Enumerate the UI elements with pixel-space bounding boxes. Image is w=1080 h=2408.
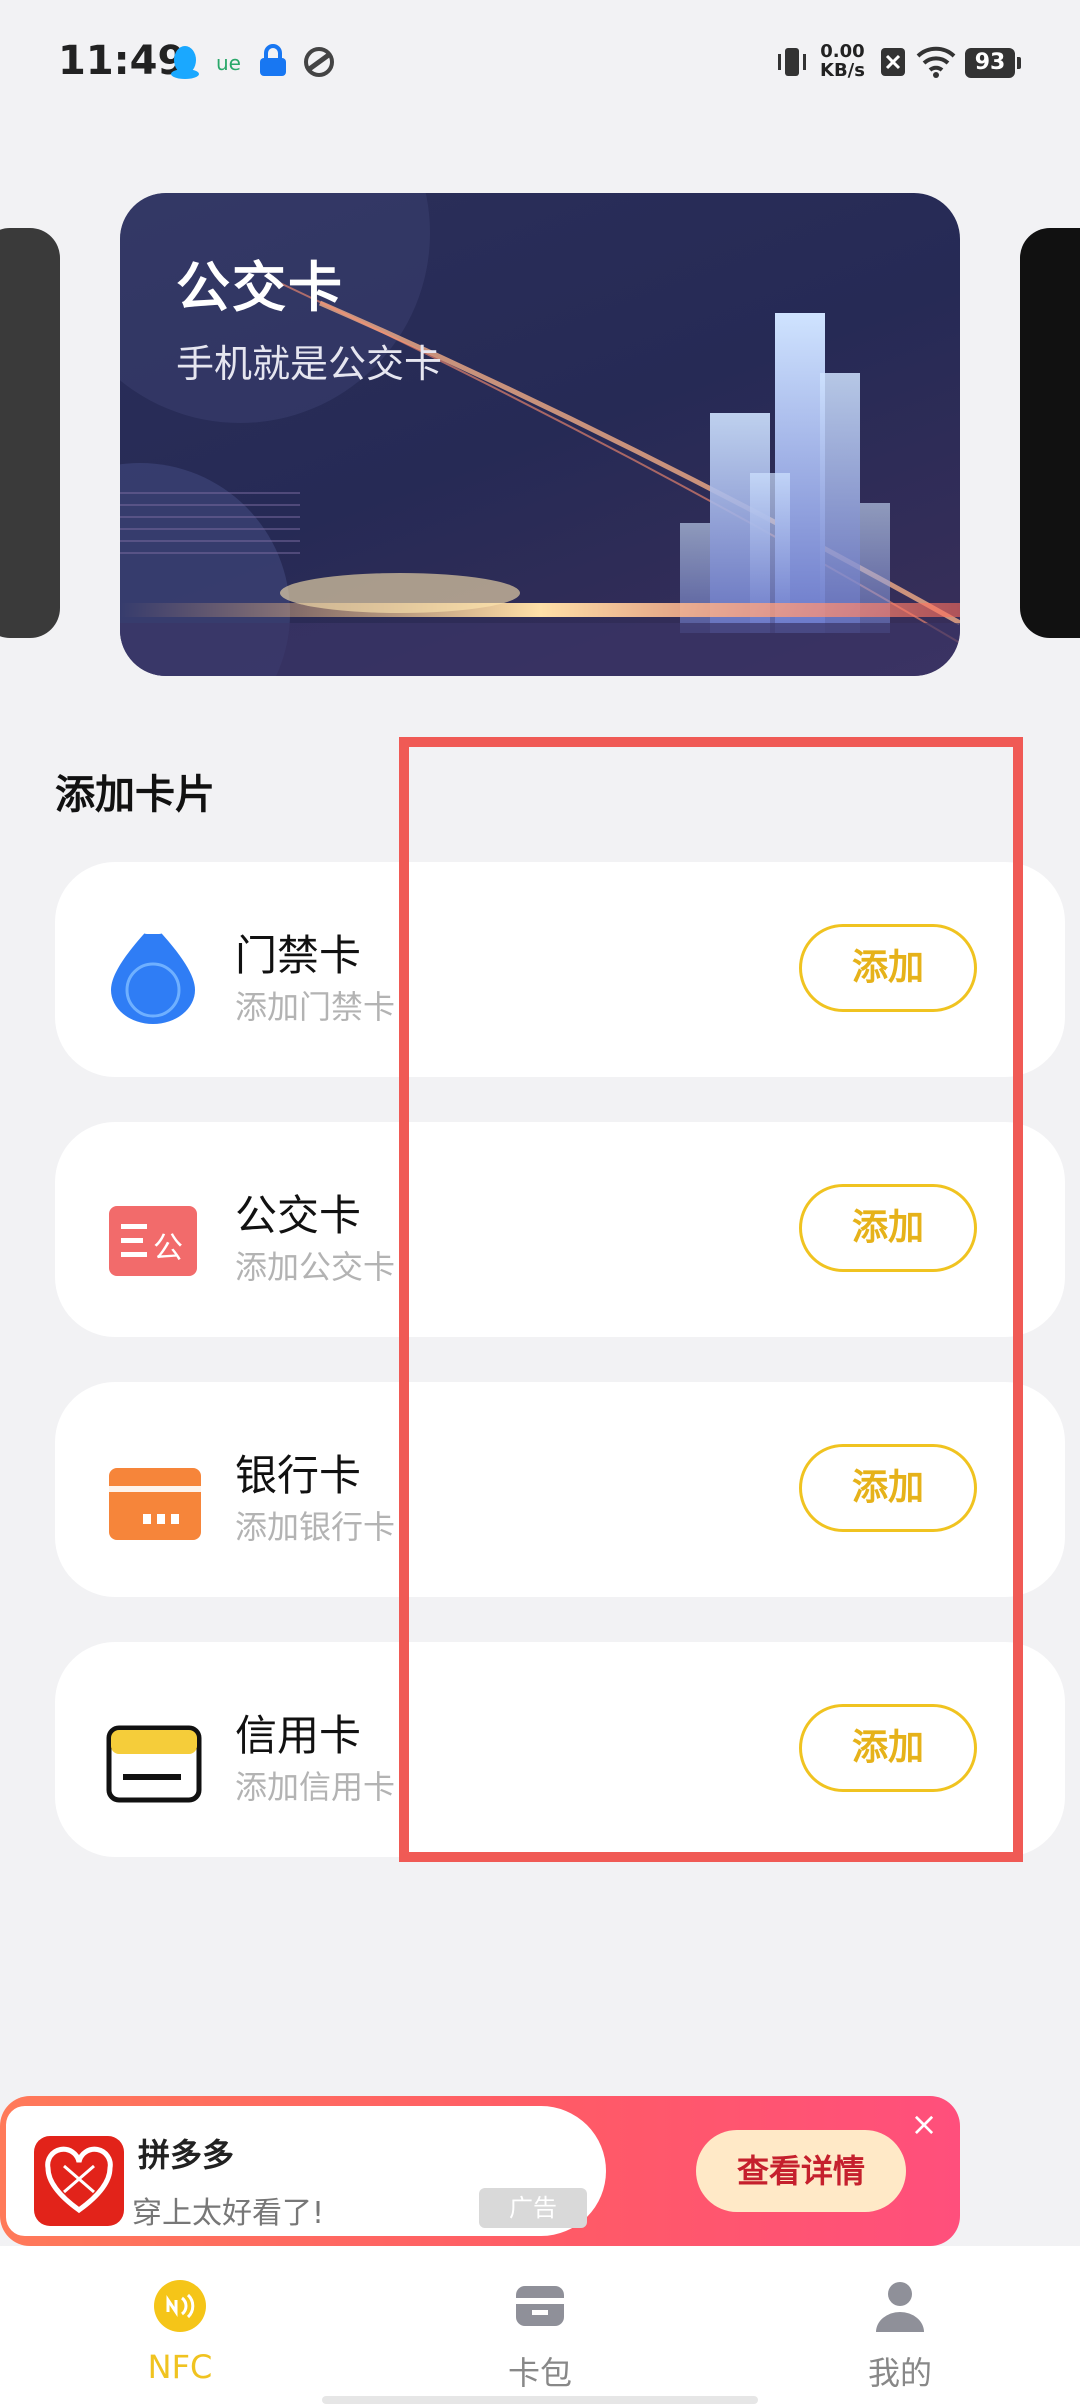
add-card-section-title: 添加卡片	[55, 772, 215, 818]
wallet-icon	[516, 2286, 564, 2326]
bank-card-icon	[109, 1468, 201, 1540]
ad-tag: 广告	[479, 2188, 587, 2228]
profile-icon	[876, 2282, 924, 2332]
ad-view-details-button[interactable]: 查看详情	[696, 2130, 906, 2212]
card-desc: 添加公交卡	[235, 1248, 396, 1286]
sim-off-icon	[881, 48, 905, 76]
status-time: 11:49	[58, 38, 186, 84]
card-name: 信用卡	[235, 1711, 362, 1760]
banner-subtitle: 手机就是公交卡	[176, 342, 443, 386]
vibrate-icon	[778, 48, 806, 76]
carousel-card-next[interactable]	[1020, 228, 1080, 638]
network-speed: 0.00 KB/s	[820, 41, 865, 81]
ad-close-icon[interactable]: ×	[910, 2108, 938, 2140]
banner-title: 公交卡	[176, 256, 344, 319]
nav-label: 我的	[867, 2354, 932, 2392]
bottom-nav: NFC 卡包 我的	[0, 2246, 1080, 2408]
lock-app-icon	[260, 44, 286, 76]
nfc-icon	[154, 2280, 206, 2332]
highlight-box	[399, 737, 1023, 1862]
access-card-icon	[111, 922, 195, 1024]
battery-indicator: 93	[965, 48, 1021, 78]
status-bar: 11:49 ue 0.00 KB/s 93	[0, 0, 1080, 120]
home-indicator[interactable]	[322, 2396, 758, 2404]
wifi-icon	[916, 46, 956, 78]
bus-card-banner[interactable]: 公交卡 手机就是公交卡	[120, 193, 960, 676]
card-desc: 添加门禁卡	[235, 988, 396, 1026]
nav-item-profile[interactable]: 我的	[810, 2278, 990, 2394]
ad-desc: 穿上太好看了!	[132, 2196, 325, 2231]
svg-text:ue: ue	[216, 51, 241, 75]
card-desc: 添加信用卡	[235, 1768, 396, 1806]
ad-banner[interactable]: 拼多多 穿上太好看了! 广告 查看详情 ×	[0, 2096, 960, 2246]
credit-card-icon	[106, 1725, 202, 1803]
bus-card-icon: 公	[109, 1206, 197, 1276]
card-desc: 添加银行卡	[235, 1508, 396, 1546]
card-name: 银行卡	[235, 1451, 362, 1500]
nav-label: NFC	[147, 2348, 213, 2386]
card-name: 公交卡	[235, 1191, 362, 1240]
nav-item-nfc[interactable]: NFC	[90, 2278, 270, 2386]
card-name: 门禁卡	[235, 931, 362, 980]
nav-label: 卡包	[507, 2354, 572, 2392]
ad-content: 拼多多 穿上太好看了! 广告	[6, 2106, 606, 2236]
nav-item-wallet[interactable]: 卡包	[450, 2278, 630, 2394]
app-notification-icon: ue	[216, 51, 241, 75]
sync-icon	[304, 47, 334, 77]
pinduoduo-logo-icon	[34, 2136, 124, 2226]
qq-icon	[171, 46, 199, 79]
svg-text:公: 公	[153, 1231, 183, 1266]
carousel-card-prev[interactable]	[0, 228, 60, 638]
ad-name: 拼多多	[138, 2136, 235, 2174]
